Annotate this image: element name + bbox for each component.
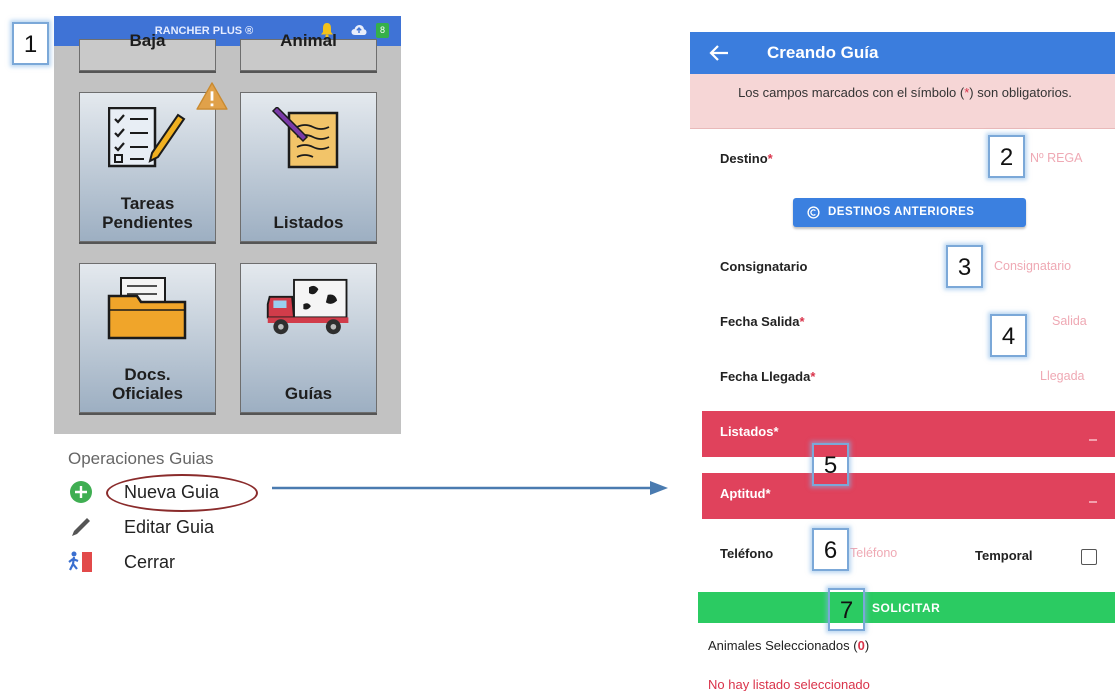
battery-badge: 8 (376, 23, 389, 38)
flow-arrow (272, 481, 668, 495)
consignatario-input[interactable]: Consignatario (994, 259, 1071, 273)
aptitud-select[interactable]: Aptitud* (702, 473, 1115, 519)
listados-label: Listados* (720, 424, 779, 439)
destinos-anteriores-label: DESTINOS ANTERIORES (828, 206, 975, 218)
pencil-icon (72, 518, 90, 536)
solicitar-label: SOLICITAR (872, 601, 941, 615)
dropdown-caret-icon (1089, 501, 1097, 503)
left-phone-screen: RANCHER PLUS ® 8 Baja Animal Tareas Pend… (54, 16, 401, 434)
tile-tareas-pendientes[interactable]: Tareas Pendientes (79, 92, 216, 242)
menu-item-label: Editar Guia (124, 517, 215, 537)
tile-docs-label: Docs. Oficiales (112, 365, 183, 403)
tile-tareas-label: Tareas Pendientes (102, 194, 193, 232)
tile-animal[interactable]: Animal (240, 31, 377, 71)
destinos-anteriores-button[interactable]: DESTINOS ANTERIORES (793, 198, 1026, 227)
cattle-truck-icon (266, 278, 349, 335)
add-circle-icon (70, 481, 92, 503)
menu-item-cerrar[interactable]: Cerrar (68, 550, 248, 574)
solicitar-button[interactable]: SOLICITAR (698, 592, 1115, 623)
callout-badge-1: 1 (12, 22, 49, 65)
tile-docs-oficiales[interactable]: Docs. Oficiales (79, 263, 216, 413)
consignatario-label: Consignatario (720, 259, 808, 274)
telefono-input[interactable]: Teléfono (850, 546, 897, 560)
callout-badge-2: 2 (988, 135, 1025, 178)
callout-badge-3: 3 (946, 245, 983, 288)
callout-badge-5: 5 (812, 443, 849, 486)
no-listado-message: No hay listado seleccionado (708, 677, 870, 691)
tile-baja-label: Baja (129, 31, 166, 50)
tile-animal-label: Animal (280, 31, 337, 50)
fecha-salida-input[interactable]: Salida (1052, 314, 1087, 328)
history-icon (807, 206, 820, 219)
back-arrow-icon[interactable] (708, 43, 730, 63)
aptitud-label: Aptitud* (720, 486, 771, 501)
highlight-ellipse (106, 474, 258, 512)
fecha-llegada-label: Fecha Llegada* (720, 369, 816, 384)
exit-door-icon (68, 551, 92, 572)
tile-listados-label: Listados (273, 213, 344, 232)
callout-badge-4: 4 (990, 314, 1027, 357)
telefono-label: Teléfono (720, 546, 774, 561)
required-notice-text: Los campos marcados con el símbolo (*) s… (738, 85, 1072, 100)
callout-badge-6: 6 (812, 528, 849, 571)
destino-label: Destino* (720, 151, 773, 166)
menu-item-label: Cerrar (124, 552, 176, 572)
warning-icon (196, 82, 228, 110)
temporal-label: Temporal (975, 548, 1033, 563)
tile-baja[interactable]: Baja (79, 31, 216, 71)
tile-listados[interactable]: Listados (240, 92, 377, 242)
fecha-llegada-input[interactable]: Llegada (1040, 369, 1085, 383)
fecha-salida-label: Fecha Salida* (720, 314, 805, 329)
checklist-icon (108, 107, 186, 168)
tile-guias[interactable]: Guías (240, 263, 377, 413)
callout-badge-7: 7 (828, 588, 865, 631)
form-header: Creando Guía (690, 32, 1115, 74)
animales-seleccionados: Animales Seleccionados (0) (708, 638, 870, 653)
menu-item-editar-guia[interactable]: Editar Guia (68, 515, 248, 539)
required-notice: Los campos marcados con el símbolo (*) s… (690, 74, 1115, 129)
menu-heading: Operaciones Guias (68, 449, 214, 468)
tile-guias-label: Guías (284, 384, 333, 403)
right-phone-screen: Creando Guía Los campos marcados con el … (690, 32, 1115, 691)
listados-select[interactable]: Listados* (702, 411, 1115, 457)
temporal-checkbox[interactable] (1081, 549, 1097, 565)
list-document-icon (271, 107, 339, 169)
form-title: Creando Guía (767, 43, 879, 62)
folder-icon (107, 277, 187, 340)
dropdown-caret-icon (1089, 439, 1097, 441)
destino-input[interactable]: Nº REGA (1030, 151, 1083, 165)
